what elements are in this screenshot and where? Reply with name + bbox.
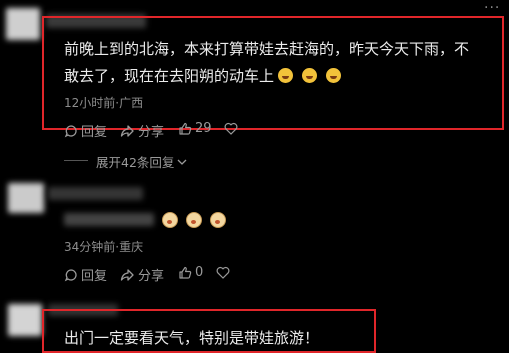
heart-icon [216, 266, 230, 279]
reply-icon [64, 268, 77, 281]
comment-text-blurred [64, 213, 154, 226]
emoji-icon [186, 212, 202, 228]
share-icon [120, 268, 134, 281]
avatar[interactable] [8, 304, 42, 336]
reply-label: 回复 [81, 269, 108, 284]
like-count: 29 [195, 121, 212, 136]
favorite-button[interactable] [216, 266, 233, 279]
thumbs-up-icon [179, 266, 192, 279]
reply-icon [64, 124, 77, 137]
expand-replies-button[interactable]: 展开42条回复 [96, 152, 190, 171]
comment-text-line2-text: 敢去了，现在在去阳朔的动车上 [64, 67, 275, 85]
like-count: 0 [195, 265, 204, 280]
share-button[interactable]: 分享 [120, 121, 164, 140]
expand-replies-label: 展开42条回复 [96, 155, 175, 170]
laughing-emoji-icon [326, 68, 342, 83]
like-button[interactable]: 29 [178, 121, 212, 136]
comment-text: 出门一定要看天气，特别是带娃旅游！ [64, 329, 320, 347]
like-button[interactable]: 0 [178, 265, 203, 280]
share-label: 分享 [138, 269, 165, 284]
reply-button[interactable]: 回复 [64, 121, 107, 140]
comment-text-line1: 前晚上到的北海，本来打算带娃去赶海的，昨天今天下雨，不 [64, 40, 470, 58]
laughing-emoji-icon [302, 68, 318, 83]
reply-button[interactable]: 回复 [64, 265, 107, 284]
share-button[interactable]: 分享 [120, 265, 164, 284]
emoji-group [162, 212, 226, 228]
avatar[interactable] [8, 183, 44, 213]
comment-text: 前晚上到的北海，本来打算带娃去赶海的，昨天今天下雨，不 敢去了，现在在去阳朔的动… [64, 36, 504, 90]
emoji-icon [210, 212, 226, 228]
laughing-emoji-icon [278, 68, 294, 83]
comment-meta: 12小时前·广西 [64, 96, 144, 110]
chevron-down-icon [177, 159, 187, 165]
comment-text-line2: 敢去了，现在在去阳朔的动车上 [64, 63, 504, 90]
username[interactable] [48, 187, 143, 200]
avatar[interactable] [6, 8, 40, 40]
share-icon [120, 124, 134, 137]
reply-label: 回复 [81, 125, 108, 140]
emoji-icon [162, 212, 178, 228]
thumbs-up-icon [179, 122, 192, 135]
more-dots-icon[interactable]: ··· [484, 0, 500, 16]
comment-meta: 34分钟前·重庆 [64, 240, 144, 254]
favorite-button[interactable] [224, 122, 241, 135]
expand-replies-divider [64, 160, 88, 161]
heart-icon [224, 122, 238, 135]
share-label: 分享 [138, 125, 165, 140]
